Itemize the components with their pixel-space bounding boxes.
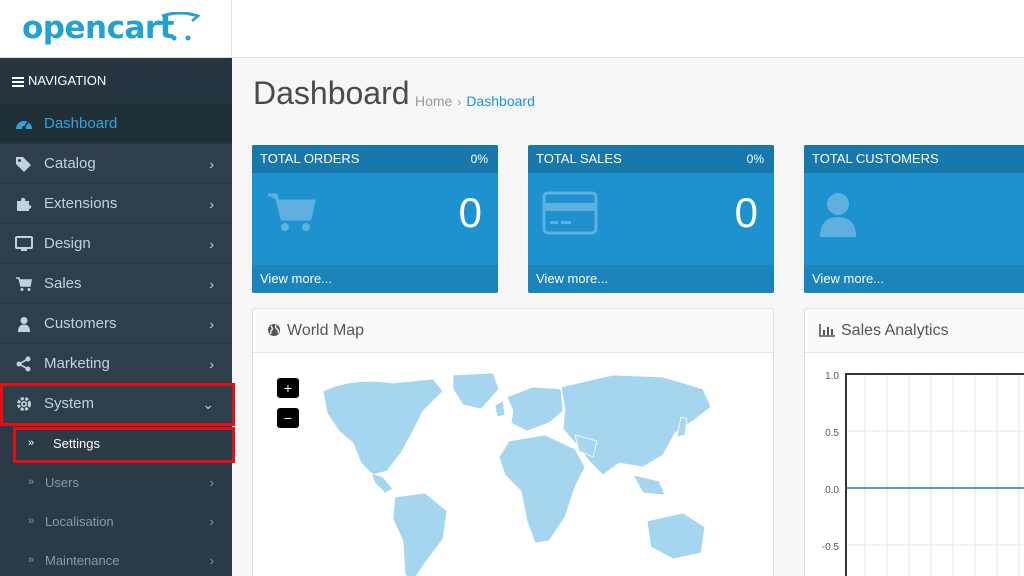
logo[interactable]: opencart: [0, 0, 232, 58]
view-more-link[interactable]: View more...: [528, 265, 774, 293]
tags-icon: [16, 157, 31, 172]
zoom-out-button[interactable]: −: [277, 408, 299, 428]
puzzle-icon: [17, 197, 32, 211]
credit-card-icon: [542, 191, 598, 235]
navigation-heading-label: NAVIGATION: [28, 73, 107, 88]
double-chevron-icon: »: [28, 515, 35, 527]
sidebar-item-label: Marketing: [44, 355, 110, 372]
tile-value: 0: [734, 189, 758, 236]
double-chevron-icon: »: [28, 554, 35, 566]
cart-icon: [16, 277, 32, 291]
panel-header: Sales Analytics: [805, 309, 1024, 353]
navigation-heading: NAVIGATION: [0, 58, 232, 104]
chevron-right-icon: ›: [209, 276, 214, 292]
tile-percent: 0%: [746, 152, 764, 166]
tile-value: 0: [458, 189, 482, 236]
sidebar-item-label: Sales: [44, 275, 82, 292]
sidebar-subitem-label: Localisation: [45, 514, 114, 529]
shopping-cart-icon: [268, 193, 316, 231]
sidebar-item-label: Customers: [44, 315, 117, 332]
chevron-right-icon: ›: [209, 236, 214, 252]
sidebar-subitem-label: Maintenance: [45, 553, 120, 568]
breadcrumb-home[interactable]: Home: [415, 93, 452, 109]
page-title: Dashboard: [253, 75, 410, 111]
sidebar-subitem-label: Users: [45, 475, 79, 490]
tile-total-orders: TOTAL ORDERS 0% 0 View more...: [252, 145, 498, 293]
chevron-right-icon: ›: [209, 514, 214, 529]
sidebar-item-customers[interactable]: Customers ›: [0, 304, 232, 344]
double-chevron-icon: »: [28, 476, 35, 488]
tile-title: TOTAL SALES: [536, 151, 622, 166]
breadcrumb: Home › Dashboard: [415, 93, 535, 109]
y-tick-label: 0.0: [825, 485, 839, 496]
panel-title: World Map: [287, 322, 365, 339]
user-icon: [820, 193, 856, 237]
sidebar-item-design[interactable]: Design ›: [0, 224, 232, 264]
menu-bars-icon: [12, 76, 24, 87]
sidebar-item-marketing[interactable]: Marketing ›: [0, 344, 232, 384]
breadcrumb-separator-icon: ›: [457, 95, 462, 109]
view-more-link[interactable]: View more...: [252, 265, 498, 293]
zoom-in-button[interactable]: +: [277, 378, 299, 398]
tile-title: TOTAL ORDERS: [260, 151, 360, 166]
tile-total-sales: TOTAL SALES 0% 0 View more...: [528, 145, 774, 293]
view-more-link[interactable]: View more...: [804, 265, 1024, 293]
tile-total-customers: TOTAL CUSTOMERS 0 View more...: [804, 145, 1024, 293]
y-tick-label: -0.5: [821, 542, 839, 553]
top-header: opencart: [0, 0, 1024, 58]
sidebar-item-label: Dashboard: [44, 115, 118, 132]
dashboard-icon: [16, 121, 32, 130]
chevron-right-icon: ›: [209, 196, 214, 212]
highlight-settings: [13, 427, 235, 463]
sidebar-item-catalog[interactable]: Catalog ›: [0, 144, 232, 184]
world-map[interactable]: [313, 371, 713, 576]
sidebar-subitem-localisation[interactable]: » Localisation ›: [0, 502, 232, 541]
chevron-right-icon: ›: [209, 356, 214, 372]
world-map-panel: World Map + −: [252, 308, 774, 576]
sidebar-item-label: Extensions: [44, 195, 118, 212]
tile-header: TOTAL CUSTOMERS: [804, 145, 1024, 173]
sidebar: NAVIGATION Dashboard Catalog › Extension…: [0, 58, 232, 576]
y-tick-label: 0.5: [825, 428, 839, 439]
sidebar-item-dashboard[interactable]: Dashboard: [0, 104, 232, 144]
chevron-right-icon: ›: [209, 156, 214, 172]
sidebar-subitem-users[interactable]: » Users ›: [0, 463, 232, 502]
tile-percent: 0%: [470, 152, 488, 166]
chevron-right-icon: ›: [209, 316, 214, 332]
logo-text: opencart: [22, 10, 174, 46]
highlight-system: [0, 383, 235, 426]
tile-header: TOTAL SALES 0%: [528, 145, 774, 173]
tile-title: TOTAL CUSTOMERS: [812, 151, 939, 166]
breadcrumb-current[interactable]: Dashboard: [466, 93, 535, 109]
chevron-right-icon: ›: [209, 475, 214, 490]
user-icon: [18, 317, 30, 332]
sidebar-item-label: Design: [44, 235, 91, 252]
tile-header: TOTAL ORDERS 0%: [252, 145, 498, 173]
panel-header: World Map: [253, 309, 773, 353]
sidebar-item-sales[interactable]: Sales ›: [0, 264, 232, 304]
sales-analytics-panel: Sales Analytics 1.0 0.5 0.0 -0.5: [804, 308, 1024, 576]
panel-title: Sales Analytics: [841, 322, 949, 339]
sidebar-subitem-maintenance[interactable]: » Maintenance ›: [0, 541, 232, 576]
share-icon: [16, 356, 31, 372]
logo-cart-icon: [161, 12, 200, 41]
sales-chart-plot: [845, 373, 1024, 576]
sidebar-item-extensions[interactable]: Extensions ›: [0, 184, 232, 224]
sidebar-item-label: Catalog: [44, 155, 96, 172]
y-tick-label: 1.0: [825, 371, 839, 382]
bar-chart-icon: [819, 324, 835, 337]
monitor-icon: [15, 236, 33, 251]
chevron-right-icon: ›: [209, 553, 214, 568]
globe-icon: [268, 324, 280, 336]
